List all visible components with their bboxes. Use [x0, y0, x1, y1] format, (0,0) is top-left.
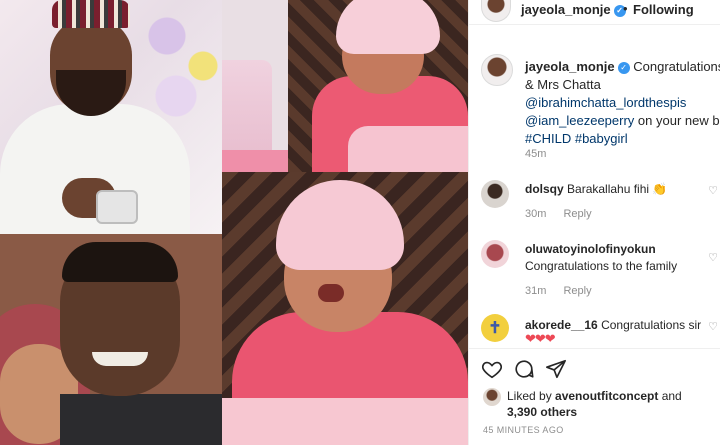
header-avatar[interactable]: [481, 0, 511, 22]
post-timestamp[interactable]: 45 MINUTES AGO: [483, 425, 564, 435]
caption-text: Congratulations Mr: [633, 59, 720, 74]
post-image[interactable]: [0, 0, 468, 445]
reply-button[interactable]: Reply: [563, 208, 591, 220]
post-side-panel: jayeola_monje ✓ • Following jayeola_monje…: [468, 0, 720, 445]
comment-time[interactable]: 31m: [525, 285, 546, 297]
comment-emoji: ❤❤❤: [525, 331, 556, 346]
caption-avatar[interactable]: [481, 54, 513, 86]
heart-icon[interactable]: [481, 358, 503, 380]
comment-time[interactable]: 30m: [525, 208, 546, 220]
header-username-text[interactable]: jayeola_monje: [521, 2, 611, 17]
mention-link[interactable]: @iam_leezeeperry: [525, 113, 634, 128]
post-caption: jayeola_monje✓ Congratulations Mr & Mrs …: [525, 58, 720, 148]
comment-text: Congratulations to the family: [525, 259, 678, 273]
comment-like-heart-icon[interactable]: ♡: [708, 320, 718, 333]
comment-like-heart-icon[interactable]: ♡: [708, 251, 718, 264]
caption-text: & Mrs Chatta: [525, 77, 601, 92]
comment-username[interactable]: oluwatoyinolofinyokun: [525, 242, 656, 256]
caption-username[interactable]: jayeola_monje: [525, 59, 615, 74]
comment-avatar[interactable]: [481, 180, 509, 208]
comment-avatar[interactable]: [481, 240, 509, 268]
likes-prefix: Liked by: [507, 389, 556, 403]
header-separator: •: [623, 1, 628, 16]
reply-button[interactable]: Reply: [563, 285, 591, 297]
caption-text: on your new born: [637, 113, 720, 128]
comment-text: Congratulations sir: [601, 318, 702, 332]
comment-text: Barakallahu fihi: [567, 182, 650, 196]
liker-username[interactable]: avenoutfitconcept: [555, 389, 658, 403]
header-username[interactable]: jayeola_monje ✓: [521, 2, 626, 17]
comment-avatar[interactable]: [481, 314, 509, 342]
mention-link[interactable]: @ibrahimchatta_lordthespis: [525, 94, 720, 112]
photo-baby-top: [288, 0, 468, 172]
photo-baby-large: [222, 172, 468, 445]
liker-avatar[interactable]: [483, 388, 501, 406]
likes-count[interactable]: 3,390 others: [507, 405, 577, 419]
divider: [469, 348, 720, 349]
photo-man-in-cap: [0, 0, 222, 234]
share-icon[interactable]: [545, 358, 567, 380]
comment-meta: 31m Reply: [525, 285, 606, 297]
comment-meta: 30m Reply: [525, 208, 606, 220]
comment-username[interactable]: dolsqy: [525, 182, 564, 196]
likes-summary: Liked by avenoutfitconcept and 3,390 oth…: [507, 388, 682, 420]
comment: akorede__16 Congratulations sir: [525, 318, 701, 332]
comment-emoji: 👏: [652, 182, 668, 196]
photo-couple: [0, 234, 222, 445]
comment-icon[interactable]: [513, 358, 535, 380]
divider: [469, 24, 720, 25]
comment: dolsqy Barakallahu fihi 👏: [525, 182, 667, 196]
hashtag-links[interactable]: #CHILD #babygirl: [525, 130, 720, 148]
verified-badge-icon: ✓: [617, 62, 630, 74]
likes-middle: and: [658, 389, 682, 403]
comment-username[interactable]: akorede__16: [525, 318, 598, 332]
caption-timestamp[interactable]: 45m: [525, 148, 546, 160]
comment-like-heart-icon[interactable]: ♡: [708, 184, 718, 197]
following-button[interactable]: Following: [633, 2, 694, 17]
